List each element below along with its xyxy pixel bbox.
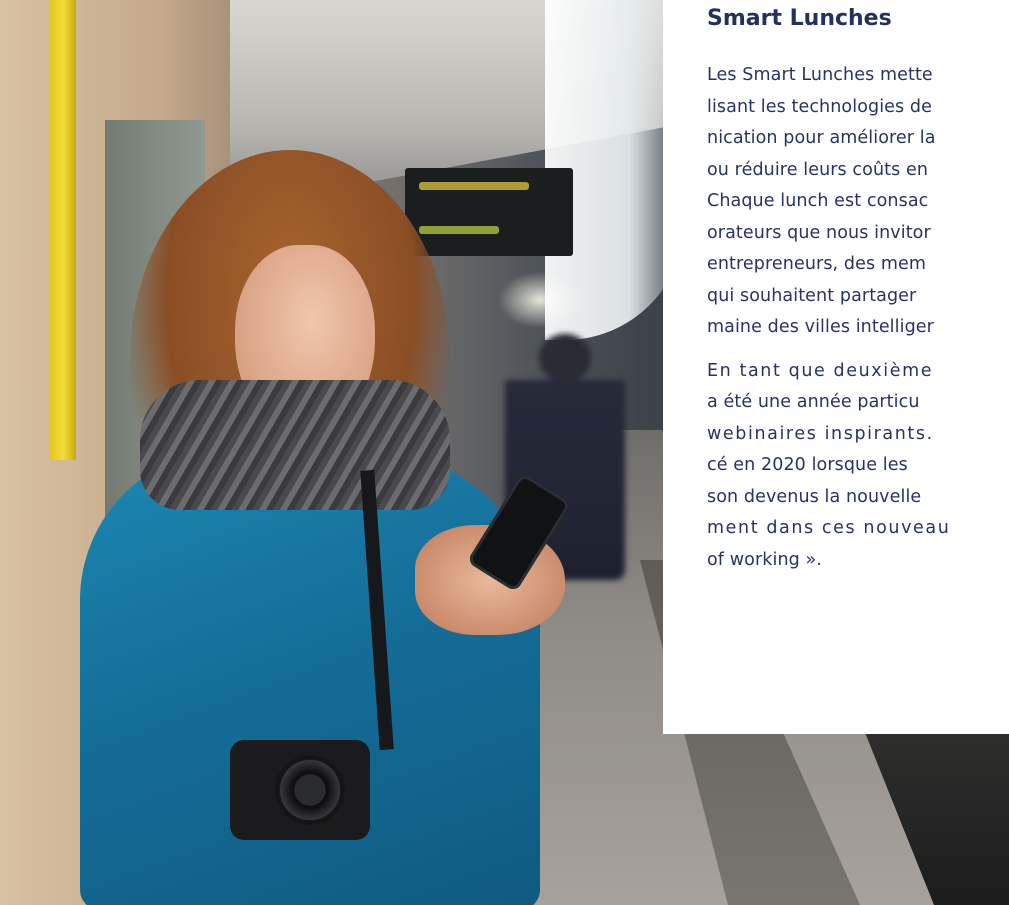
- paragraph-line: entrepreneurs, des mem: [707, 254, 926, 274]
- camera-icon: [230, 740, 370, 840]
- paragraph-1: Les Smart Lunches mette lisant les techn…: [707, 60, 1009, 344]
- paragraph-line: En tant que deuxième: [707, 360, 934, 381]
- text-card: Smart Lunches Les Smart Lunches mette li…: [663, 0, 1009, 734]
- paragraph-line: qui souhaitent partager: [707, 285, 917, 306]
- section-title: Smart Lunches: [707, 6, 892, 31]
- paragraph-line: ment dans ces nouveau: [707, 518, 951, 538]
- paragraph-line: son devenus la nouvelle: [707, 486, 922, 507]
- paragraph-line: of working ».: [707, 549, 822, 570]
- paragraph-line: Chaque lunch est consac: [707, 191, 929, 211]
- paragraph-line: webinaires inspirants.: [707, 423, 934, 444]
- section-body: Les Smart Lunches mette lisant les techn…: [707, 60, 1009, 576]
- paragraph-line: a été une année particu: [707, 392, 920, 412]
- paragraph-2: En tant que deuxième a été une année par…: [707, 356, 1009, 577]
- paragraph-line: cé en 2020 lorsque les: [707, 455, 908, 475]
- paragraph-line: Les Smart Lunches mette: [707, 65, 933, 85]
- paragraph-line: maine des villes intelliger: [707, 317, 934, 337]
- woman-scarf: [140, 380, 450, 510]
- paragraph-line: orateurs que nous invitor: [707, 222, 931, 243]
- paragraph-line: nication pour améliorer la: [707, 128, 936, 148]
- paragraph-line: lisant les technologies de: [707, 96, 932, 117]
- woman-with-phone: [70, 150, 572, 905]
- paragraph-line: ou réduire leurs coûts en: [707, 159, 929, 180]
